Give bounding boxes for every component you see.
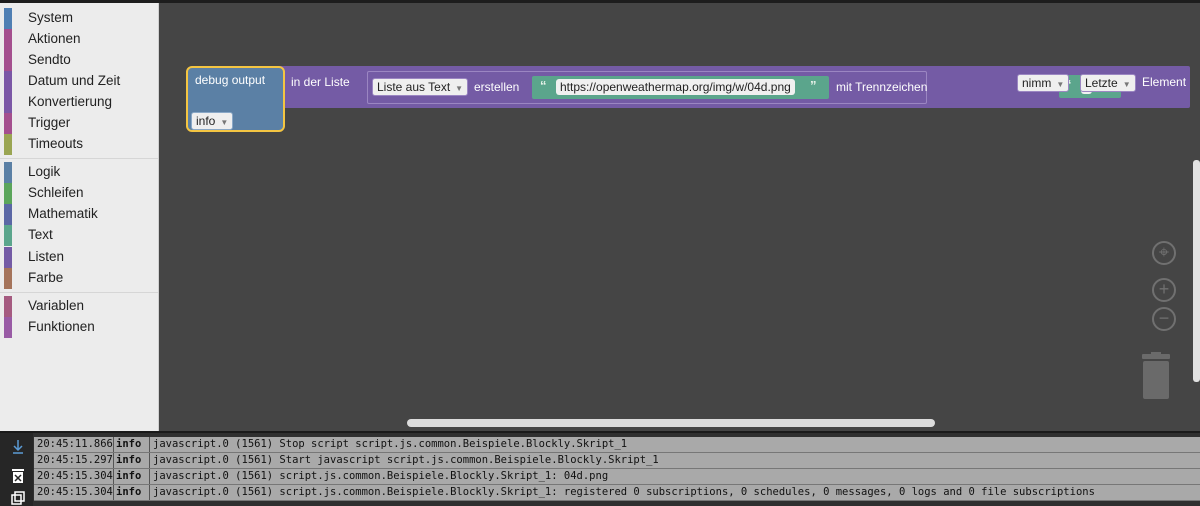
trash-icon[interactable] [1140,352,1172,400]
category-label: Sendto [28,52,71,67]
log-row: 20:45:15.297 info javascript.0 (1561) St… [34,453,1200,469]
category-label: Schleifen [28,185,84,200]
chevron-down-icon: ▼ [1122,80,1131,89]
toolbox-category-sendto[interactable]: Sendto [0,50,158,71]
clear-log-icon[interactable] [11,468,25,484]
debug-output-block[interactable]: debug output info ▼ [186,66,285,132]
category-label: Datum und Zeit [28,73,121,88]
toolbox-category-konvertierung[interactable]: Konvertierung [0,92,158,113]
category-label: Aktionen [28,31,81,46]
toolbox-category-aktionen[interactable]: Aktionen [0,29,158,50]
log-time: 20:45:15.297 [37,454,113,466]
category-label: Trigger [28,115,71,130]
category-label: Logik [28,164,61,179]
chevron-down-icon: ▼ [1056,80,1065,89]
open-quote-icon: “ [540,78,547,93]
category-label: Timeouts [28,136,84,151]
split-verb-label: erstellen [474,80,520,94]
debug-output-label: debug output [195,73,266,87]
log-toolbar [0,433,33,506]
split-mode-dropdown[interactable]: Liste aus Text ▼ [372,78,469,96]
category-color-swatch [4,134,12,155]
category-label: Konvertierung [28,94,113,109]
log-severity: info [116,470,142,482]
text-url-block[interactable]: “ https://openweathermap.org/img/w/04d.p… [532,76,829,99]
crosshair-icon[interactable]: ⌖ [1152,241,1176,265]
blockly-toolbox: System Aktionen Sendto Datum und Zeit Ko… [0,3,159,431]
list-get-label: in der Liste [291,75,350,89]
category-color-swatch [4,247,12,268]
log-panel: 20:45:11.866 info javascript.0 (1561) St… [0,431,1200,506]
category-color-swatch [4,50,12,71]
log-time: 20:45:15.304 [37,486,113,498]
category-color-swatch [4,71,12,92]
category-label: Funktionen [28,319,95,334]
category-color-swatch [4,225,12,246]
category-color-swatch [4,92,12,113]
delimiter-label: mit Trennzeichen [836,80,928,94]
log-message: javascript.0 (1561) script.js.common.Bei… [153,486,1095,498]
log-row: 20:45:15.304 info javascript.0 (1561) sc… [34,469,1200,485]
horizontal-scrollbar[interactable] [407,419,935,427]
log-severity: info [116,454,142,466]
category-color-swatch [4,183,12,204]
log-message: javascript.0 (1561) script.js.common.Bei… [153,470,609,482]
minus-icon[interactable]: − [1152,307,1176,331]
toolbox-category-listen[interactable]: Listen [0,247,158,268]
copy-icon[interactable] [11,491,25,505]
toolbox-separator [0,158,158,159]
list-mode-dropdown[interactable]: nimm ▼ [1017,74,1070,92]
blockly-workspace[interactable]: in der Liste Liste aus Text ▼ erstellen “… [159,3,1200,431]
log-message: javascript.0 (1561) Stop script script.j… [153,438,628,450]
category-color-swatch [4,296,12,317]
category-label: Listen [28,249,65,264]
log-level-dropdown[interactable]: info ▼ [191,112,234,130]
vertical-scrollbar[interactable] [1193,160,1200,382]
toolbox-category-datum-und-zeit[interactable]: Datum und Zeit [0,71,158,92]
download-arrow-icon[interactable] [11,439,25,455]
category-color-swatch [4,204,12,225]
category-label: System [28,10,74,25]
log-time: 20:45:15.304 [37,470,113,482]
category-label: Text [28,227,53,242]
log-severity: info [116,438,142,450]
list-element-label: Element [1142,75,1187,89]
toolbox-category-farbe[interactable]: Farbe [0,268,158,289]
chevron-down-icon: ▼ [455,84,464,93]
log-message: javascript.0 (1561) Start javascript scr… [153,454,659,466]
list-where-dropdown[interactable]: Letzte ▼ [1080,74,1136,92]
chevron-down-icon: ▼ [220,118,229,127]
category-color-swatch [4,29,12,50]
log-row: 20:45:15.304 info javascript.0 (1561) sc… [34,485,1200,501]
close-quote-icon: ” [810,78,817,93]
category-color-swatch [4,268,12,289]
log-time: 20:45:11.866 [37,438,113,450]
category-color-swatch [4,8,12,29]
toolbox-separator [0,292,158,293]
category-label: Mathematik [28,206,98,221]
plus-icon[interactable]: + [1152,278,1176,302]
url-text-field[interactable]: https://openweathermap.org/img/w/04d.png [556,79,795,95]
toolbox-category-trigger[interactable]: Trigger [0,113,158,134]
toolbox-category-mathematik[interactable]: Mathematik [0,204,158,225]
category-label: Farbe [28,270,64,285]
toolbox-category-funktionen[interactable]: Funktionen [0,317,158,338]
toolbox-category-schleifen[interactable]: Schleifen [0,183,158,204]
toolbox-category-variablen[interactable]: Variablen [0,296,158,317]
log-severity: info [116,486,142,498]
toolbox-category-system[interactable]: System [0,8,158,29]
category-color-swatch [4,162,12,183]
log-row: 20:45:11.866 info javascript.0 (1561) St… [34,437,1200,453]
toolbox-category-timeouts[interactable]: Timeouts [0,134,158,155]
category-color-swatch [4,113,12,134]
toolbox-category-logik[interactable]: Logik [0,162,158,183]
toolbox-category-text[interactable]: Text [0,225,158,246]
list-split-block[interactable]: Liste aus Text ▼ erstellen “ https://open… [367,71,927,104]
category-label: Variablen [28,298,85,313]
category-color-swatch [4,317,12,338]
